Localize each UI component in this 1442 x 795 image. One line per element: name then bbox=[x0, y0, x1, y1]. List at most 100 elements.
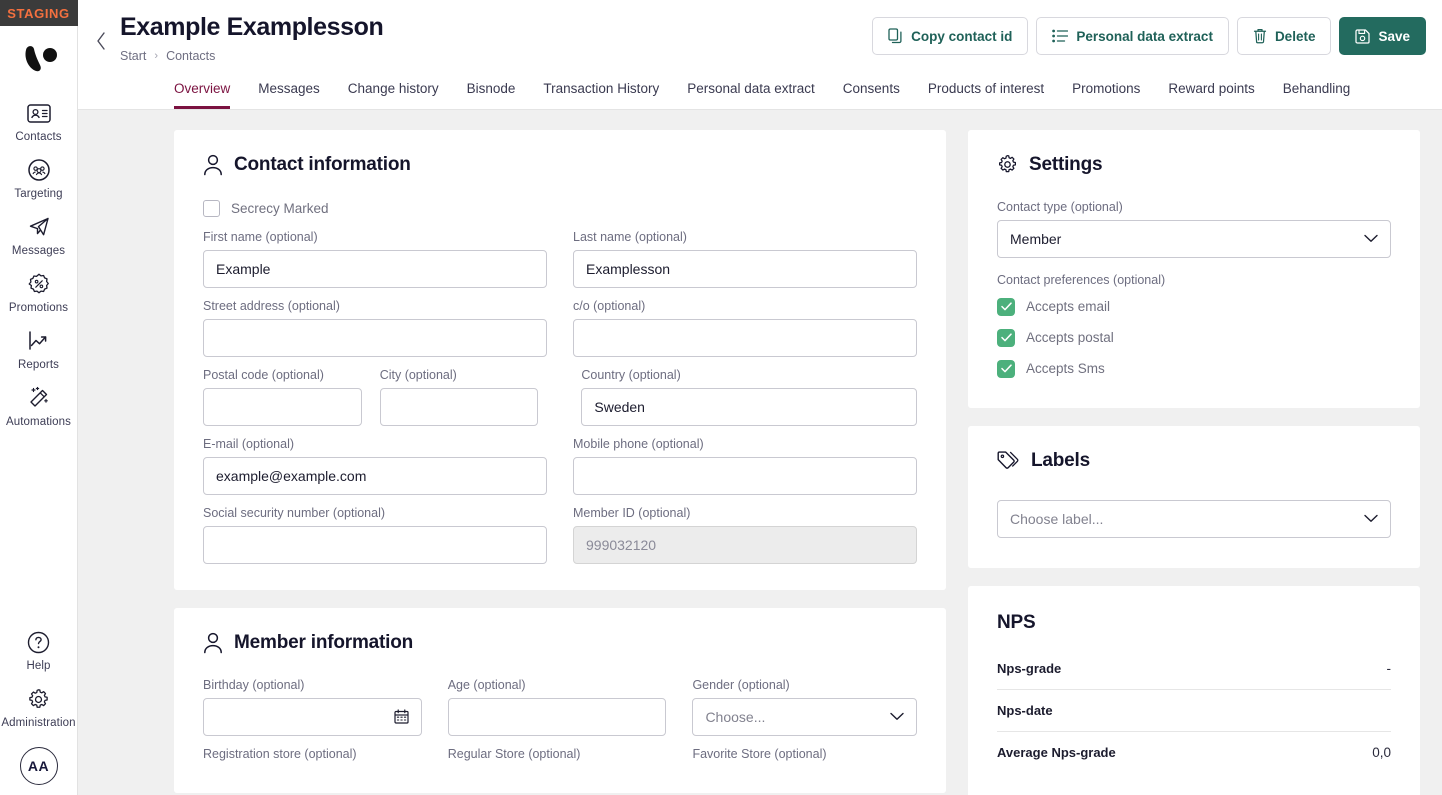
birthday-input[interactable] bbox=[203, 698, 422, 736]
tab-change-history[interactable]: Change history bbox=[348, 75, 439, 109]
tab-promotions[interactable]: Promotions bbox=[1072, 75, 1140, 109]
last-name-input[interactable]: Examplesson bbox=[573, 250, 917, 288]
email-field: E-mail (optional) example@example.com bbox=[203, 437, 547, 495]
avatar[interactable]: AA bbox=[20, 747, 58, 785]
tab-behandling[interactable]: Behandling bbox=[1283, 75, 1351, 109]
settings-card: Settings Contact type (optional) Member … bbox=[968, 130, 1420, 408]
chevron-down-icon bbox=[1364, 514, 1378, 523]
page-title: Example Examplesson bbox=[120, 14, 872, 42]
accepts-email-checkbox[interactable] bbox=[997, 298, 1015, 316]
secrecy-marked-label: Secrecy Marked bbox=[231, 201, 329, 216]
first-name-input[interactable]: Example bbox=[203, 250, 547, 288]
address-row: Street address (optional) c/o (optional) bbox=[203, 299, 917, 357]
tab-overview[interactable]: Overview bbox=[174, 75, 230, 109]
back-button[interactable] bbox=[88, 26, 114, 56]
preference-row-postal: Accepts postal bbox=[997, 329, 1391, 347]
breadcrumb-current[interactable]: Contacts bbox=[166, 49, 215, 63]
sidebar-item-label: Contacts bbox=[15, 131, 61, 143]
contact-type-select[interactable]: Member bbox=[997, 220, 1391, 258]
chevron-down-icon bbox=[1364, 234, 1378, 243]
gender-select[interactable]: Choose... bbox=[692, 698, 917, 736]
tab-reward-points[interactable]: Reward points bbox=[1168, 75, 1254, 109]
mobile-phone-field: Mobile phone (optional) bbox=[573, 437, 917, 495]
city-input[interactable] bbox=[380, 388, 539, 426]
identity-row: Social security number (optional) Member… bbox=[203, 506, 917, 564]
paper-plane-icon bbox=[27, 215, 51, 239]
nps-title: NPS bbox=[997, 612, 1391, 634]
street-address-field: Street address (optional) bbox=[203, 299, 547, 357]
nps-row-value: - bbox=[1387, 661, 1392, 676]
sidebar-item-reports[interactable]: Reports bbox=[0, 320, 78, 377]
ssn-field: Social security number (optional) bbox=[203, 506, 547, 564]
card-header: Settings bbox=[997, 154, 1391, 176]
choose-label-select[interactable]: Choose label... bbox=[997, 500, 1391, 538]
sidebar-bottom: Help Administration AA bbox=[0, 621, 77, 785]
calendar-icon[interactable] bbox=[394, 709, 409, 724]
ssn-input[interactable] bbox=[203, 526, 547, 564]
age-input[interactable] bbox=[448, 698, 667, 736]
field-label: Street address (optional) bbox=[203, 299, 547, 313]
sidebar-item-contacts[interactable]: Contacts bbox=[0, 92, 78, 149]
tab-bisnode[interactable]: Bisnode bbox=[467, 75, 516, 109]
sidebar-item-automations[interactable]: Automations bbox=[0, 377, 78, 434]
main-area: Example Examplesson Start › Contacts Cop… bbox=[78, 0, 1442, 795]
co-field: c/o (optional) bbox=[573, 299, 917, 357]
secrecy-marked-checkbox[interactable] bbox=[203, 200, 220, 217]
postal-code-input[interactable] bbox=[203, 388, 362, 426]
field-label: First name (optional) bbox=[203, 230, 547, 244]
save-button[interactable]: Save bbox=[1339, 17, 1426, 55]
breadcrumb: Start › Contacts bbox=[120, 49, 872, 63]
tab-personal-data-extract[interactable]: Personal data extract bbox=[687, 75, 815, 109]
sidebar-item-messages[interactable]: Messages bbox=[0, 206, 78, 263]
contact-row: E-mail (optional) example@example.com Mo… bbox=[203, 437, 917, 495]
sidebar-item-label: Administration bbox=[1, 717, 75, 729]
primary-nav: Contacts Targeting Messages Promotions bbox=[0, 92, 77, 434]
co-input[interactable] bbox=[573, 319, 917, 357]
contact-card-icon bbox=[27, 101, 51, 125]
button-label: Delete bbox=[1275, 29, 1316, 44]
last-name-field: Last name (optional) Examplesson bbox=[573, 230, 917, 288]
mobile-phone-input[interactable] bbox=[573, 457, 917, 495]
breadcrumb-separator-icon: › bbox=[154, 50, 158, 62]
button-label: Copy contact id bbox=[911, 29, 1012, 44]
field-label: Country (optional) bbox=[581, 368, 917, 382]
tab-products-of-interest[interactable]: Products of interest bbox=[928, 75, 1044, 109]
sidebar-item-help[interactable]: Help bbox=[0, 621, 78, 678]
sidebar-item-administration[interactable]: Administration bbox=[0, 678, 78, 735]
copy-contact-id-button[interactable]: Copy contact id bbox=[872, 17, 1028, 55]
field-label: City (optional) bbox=[380, 368, 539, 382]
street-address-input[interactable] bbox=[203, 319, 547, 357]
country-input[interactable]: Sweden bbox=[581, 388, 917, 426]
card-header: Member information bbox=[203, 632, 917, 654]
email-input[interactable]: example@example.com bbox=[203, 457, 547, 495]
regular-store-field: Regular Store (optional) bbox=[448, 747, 667, 767]
accepts-sms-checkbox[interactable] bbox=[997, 360, 1015, 378]
nps-row-date: Nps-date bbox=[997, 690, 1391, 732]
chevron-down-icon bbox=[890, 712, 904, 721]
first-name-field: First name (optional) Example bbox=[203, 230, 547, 288]
tab-consents[interactable]: Consents bbox=[843, 75, 900, 109]
member-id-input: 999032120 bbox=[573, 526, 917, 564]
tab-transaction-history[interactable]: Transaction History bbox=[543, 75, 659, 109]
field-label: Mobile phone (optional) bbox=[573, 437, 917, 451]
brand-logo-icon[interactable] bbox=[18, 44, 60, 78]
title-block: Example Examplesson Start › Contacts bbox=[120, 14, 872, 63]
age-field: Age (optional) bbox=[448, 678, 667, 736]
content-area: Contact information Secrecy Marked First… bbox=[78, 110, 1442, 795]
registration-store-field: Registration store (optional) bbox=[203, 747, 422, 767]
field-label: Favorite Store (optional) bbox=[692, 747, 917, 761]
sidebar-item-label: Messages bbox=[12, 245, 65, 257]
personal-data-extract-button[interactable]: Personal data extract bbox=[1036, 17, 1229, 55]
member-basic-row: Birthday (optional) Age (optional) bbox=[203, 678, 917, 736]
nps-row-label: Nps-date bbox=[997, 703, 1053, 718]
gender-field: Gender (optional) Choose... bbox=[692, 678, 917, 736]
sidebar-item-targeting[interactable]: Targeting bbox=[0, 149, 78, 206]
member-information-card: Member information Birthday (optional) bbox=[174, 608, 946, 793]
delete-button[interactable]: Delete bbox=[1237, 17, 1332, 55]
postal-code-field: Postal code (optional) bbox=[203, 368, 362, 426]
breadcrumb-root[interactable]: Start bbox=[120, 49, 146, 63]
app-root: STAGING Contacts Targeting bbox=[0, 0, 1442, 795]
tab-messages[interactable]: Messages bbox=[258, 75, 320, 109]
sidebar-item-promotions[interactable]: Promotions bbox=[0, 263, 78, 320]
accepts-postal-checkbox[interactable] bbox=[997, 329, 1015, 347]
